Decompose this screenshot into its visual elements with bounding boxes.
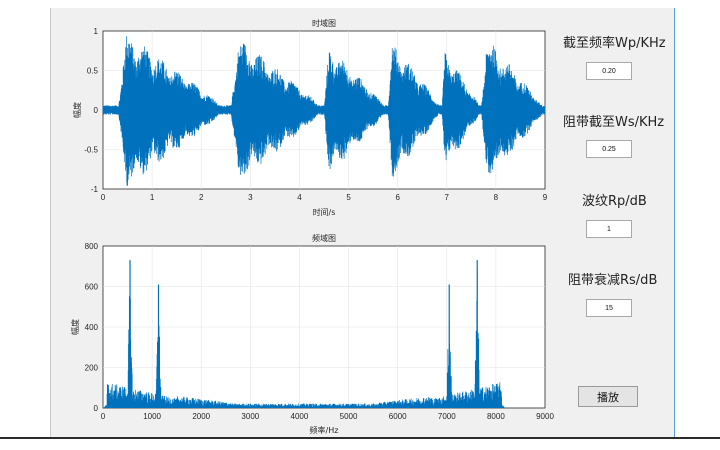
time-xtick-label: 6 <box>395 193 400 202</box>
time-xtick-label: 3 <box>248 193 253 202</box>
freq-ylabel: 幅度 <box>70 319 80 335</box>
ws-label: 阻带截至Ws/KHz <box>563 115 665 130</box>
freq-xtick-label: 4000 <box>291 412 309 421</box>
freq-ytick-label: 0 <box>94 404 99 413</box>
wp-label: 截至频率Wp/KHz <box>563 36 666 51</box>
freq-xtick-label: 8000 <box>487 412 505 421</box>
time-xtick-label: 9 <box>543 193 548 202</box>
freq-plot-title: 频域图 <box>312 233 336 243</box>
time-xtick-label: 7 <box>445 193 450 202</box>
time-ytick-label: 0.5 <box>87 67 99 76</box>
freq-ytick-label: 400 <box>85 323 99 332</box>
time-xtick-label: 2 <box>199 193 204 202</box>
time-domain-axes: 0 1 2 3 4 5 6 7 8 9 -1 -0.5 0 0.5 1 时域图 时间/s 幅度 <box>72 18 548 217</box>
rs-label: 阻带衰减Rs/dB <box>568 273 658 288</box>
time-ylabel: 幅度 <box>72 102 82 118</box>
wp-input[interactable] <box>586 62 632 80</box>
freq-xtick-label: 7000 <box>438 412 456 421</box>
freq-xtick-label: 1000 <box>143 412 161 421</box>
time-plot-title: 时域图 <box>312 18 336 28</box>
time-xlabel: 时间/s <box>313 207 336 217</box>
time-ytick-label: 1 <box>94 27 99 36</box>
freq-xtick-label: 2000 <box>192 412 210 421</box>
rp-input[interactable] <box>586 220 632 238</box>
freq-domain-axes: 0 1000 2000 3000 4000 5000 6000 7000 8000 9000 0 20… <box>70 233 554 435</box>
time-xtick-label: 1 <box>150 193 155 202</box>
time-ytick-label: -1 <box>91 185 99 194</box>
freq-ytick-label: 800 <box>85 242 99 251</box>
play-button[interactable]: 播放 <box>578 386 638 407</box>
rp-label: 波纹Rp/dB <box>582 194 647 209</box>
freq-ytick-label: 200 <box>85 364 99 373</box>
freq-xlabel: 频率/Hz <box>310 425 339 435</box>
freq-xtick-label: 9000 <box>536 412 554 421</box>
time-ytick-label: -0.5 <box>84 146 98 155</box>
time-xtick-label: 5 <box>346 193 351 202</box>
freq-xtick-label: 0 <box>101 412 106 421</box>
bottom-border <box>0 437 720 439</box>
time-xtick-label: 0 <box>101 193 106 202</box>
freq-xtick-label: 6000 <box>389 412 407 421</box>
freq-xtick-label: 3000 <box>241 412 259 421</box>
freq-ytick-label: 600 <box>85 283 99 292</box>
freq-xtick-label: 5000 <box>340 412 358 421</box>
time-ytick-label: 0 <box>94 106 99 115</box>
rs-input[interactable] <box>586 299 632 317</box>
time-xtick-label: 4 <box>297 193 302 202</box>
time-xtick-label: 8 <box>494 193 499 202</box>
ws-input[interactable] <box>586 140 632 158</box>
